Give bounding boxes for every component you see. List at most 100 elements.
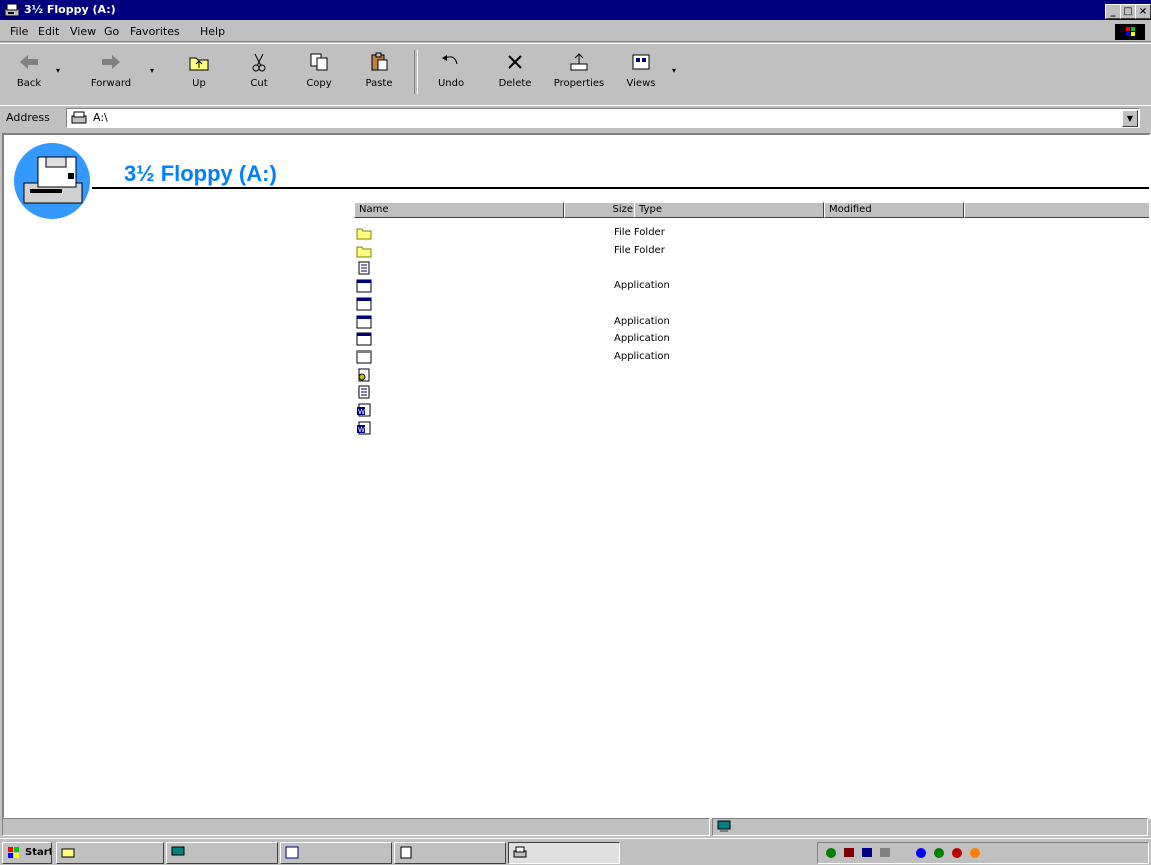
window-title: 3½ Floppy (A:) (24, 3, 116, 16)
taskbar-task[interactable] (56, 842, 164, 864)
back-label: Back (16, 78, 42, 89)
taskbar-task[interactable] (166, 842, 278, 864)
delete-button[interactable]: Delete (488, 48, 542, 98)
clipboard-icon (371, 52, 388, 71)
maximize-button[interactable]: □ (1120, 4, 1136, 19)
menu-go[interactable]: Go (104, 25, 119, 38)
minimize-button[interactable]: _ (1105, 4, 1121, 19)
menu-file[interactable]: File (10, 25, 28, 38)
inbox-icon (61, 848, 75, 858)
file-row[interactable]: Application (354, 314, 1054, 331)
status-bar (0, 816, 1151, 836)
column-size[interactable]: Size (564, 202, 638, 218)
settings-file-icon (356, 368, 372, 382)
column-name[interactable]: Name (354, 202, 564, 218)
floppy-drive-icon (513, 846, 527, 858)
windows-flag-icon (8, 847, 19, 858)
views-button[interactable]: Views (614, 48, 668, 98)
address-dropdown-button[interactable]: ▼ (1122, 110, 1138, 127)
up-button[interactable]: Up (172, 48, 226, 98)
undo-label: Undo (437, 78, 465, 89)
up-folder-icon (189, 57, 209, 71)
taskbar-task[interactable] (394, 842, 506, 864)
delete-label: Delete (498, 78, 532, 89)
file-row[interactable]: Application (354, 349, 1054, 366)
file-row[interactable] (354, 367, 1054, 384)
tray-icon[interactable] (932, 846, 946, 859)
forward-button[interactable]: Forward (84, 48, 138, 98)
file-row[interactable]: W (354, 402, 1054, 419)
copy-icon (310, 53, 328, 71)
menu-help[interactable]: Help (200, 25, 225, 38)
address-value: A:\ (93, 111, 108, 124)
file-list-header: Name Size Type Modified (354, 202, 1149, 218)
floppy-drive-icon (71, 111, 87, 124)
tray-icon[interactable] (914, 846, 928, 859)
tray-icon[interactable] (824, 846, 838, 859)
word-document-icon: W (356, 403, 372, 417)
document-icon (356, 385, 372, 399)
taskbar-task[interactable] (280, 842, 392, 864)
floppy-drive-icon (4, 3, 20, 17)
tray-icon[interactable] (878, 846, 892, 859)
explorer-window: 3½ Floppy (A:) _ □ × File Edit View Go F… (0, 0, 1151, 838)
menu-view[interactable]: View (70, 25, 96, 38)
computer-icon (717, 820, 731, 832)
tray-icon[interactable] (842, 846, 856, 859)
file-row[interactable] (354, 296, 1054, 313)
views-label: Views (626, 78, 656, 89)
file-row[interactable]: File Folder (354, 243, 1054, 260)
properties-button[interactable]: Properties (552, 48, 606, 98)
file-row[interactable]: Application (354, 278, 1054, 295)
tray-icon[interactable] (860, 846, 874, 859)
properties-label: Properties (553, 78, 605, 89)
back-button[interactable]: Back (2, 48, 56, 98)
file-row[interactable] (354, 384, 1054, 401)
file-type: File Folder (614, 244, 665, 256)
copy-button[interactable]: Copy (292, 48, 346, 98)
undo-button[interactable]: Undo (424, 48, 478, 98)
properties-icon (570, 53, 588, 71)
up-label: Up (192, 78, 206, 89)
cut-button[interactable]: Cut (232, 48, 286, 98)
taskbar-task-active[interactable] (508, 842, 620, 864)
document-icon (400, 846, 412, 859)
file-row[interactable] (354, 260, 1054, 277)
svg-text:W: W (358, 426, 365, 434)
folder-icon (356, 226, 372, 240)
column-modified[interactable]: Modified (824, 202, 964, 218)
file-type: File Folder (614, 227, 665, 238)
folder-content-pane[interactable]: 3½ Floppy (A:) Name Size Type Modified F… (2, 133, 1151, 819)
start-button[interactable]: Start (2, 842, 52, 864)
windows-logo-icon (1115, 24, 1145, 40)
file-row[interactable]: File Folder (354, 225, 1054, 242)
folder-icon (356, 244, 372, 258)
column-type[interactable]: Type (634, 202, 824, 218)
cut-label: Cut (250, 78, 268, 89)
views-dropdown-icon[interactable]: ▾ (672, 66, 676, 75)
system-tray (817, 842, 1149, 864)
menu-edit[interactable]: Edit (38, 25, 59, 38)
back-arrow-icon (20, 55, 38, 69)
file-row[interactable]: Application (354, 331, 1054, 348)
title-bar[interactable]: 3½ Floppy (A:) _ □ × (0, 0, 1151, 20)
title-divider (92, 187, 1149, 189)
paste-button[interactable]: Paste (352, 48, 406, 98)
forward-dropdown-icon[interactable]: ▾ (150, 66, 154, 75)
address-field[interactable]: A:\ ▼ (66, 108, 1140, 128)
file-row[interactable]: W (354, 420, 1054, 437)
standard-toolbar: Back ▾ Forward ▾ Up Cut Copy Paste Undo … (0, 43, 1151, 104)
toolbar-separator (414, 50, 418, 94)
close-button[interactable]: × (1135, 4, 1151, 19)
tray-icon[interactable] (950, 846, 964, 859)
svg-text:W: W (358, 408, 365, 416)
back-dropdown-icon[interactable]: ▾ (56, 66, 60, 75)
views-icon (632, 54, 650, 70)
window-icon (285, 846, 299, 859)
start-label: Start (25, 847, 52, 858)
column-spacer (964, 202, 1149, 218)
paste-label: Paste (365, 78, 393, 89)
menu-bar: File Edit View Go Favorites Help (0, 22, 1151, 42)
menu-favorites[interactable]: Favorites (130, 25, 180, 38)
tray-icon[interactable] (968, 846, 982, 859)
